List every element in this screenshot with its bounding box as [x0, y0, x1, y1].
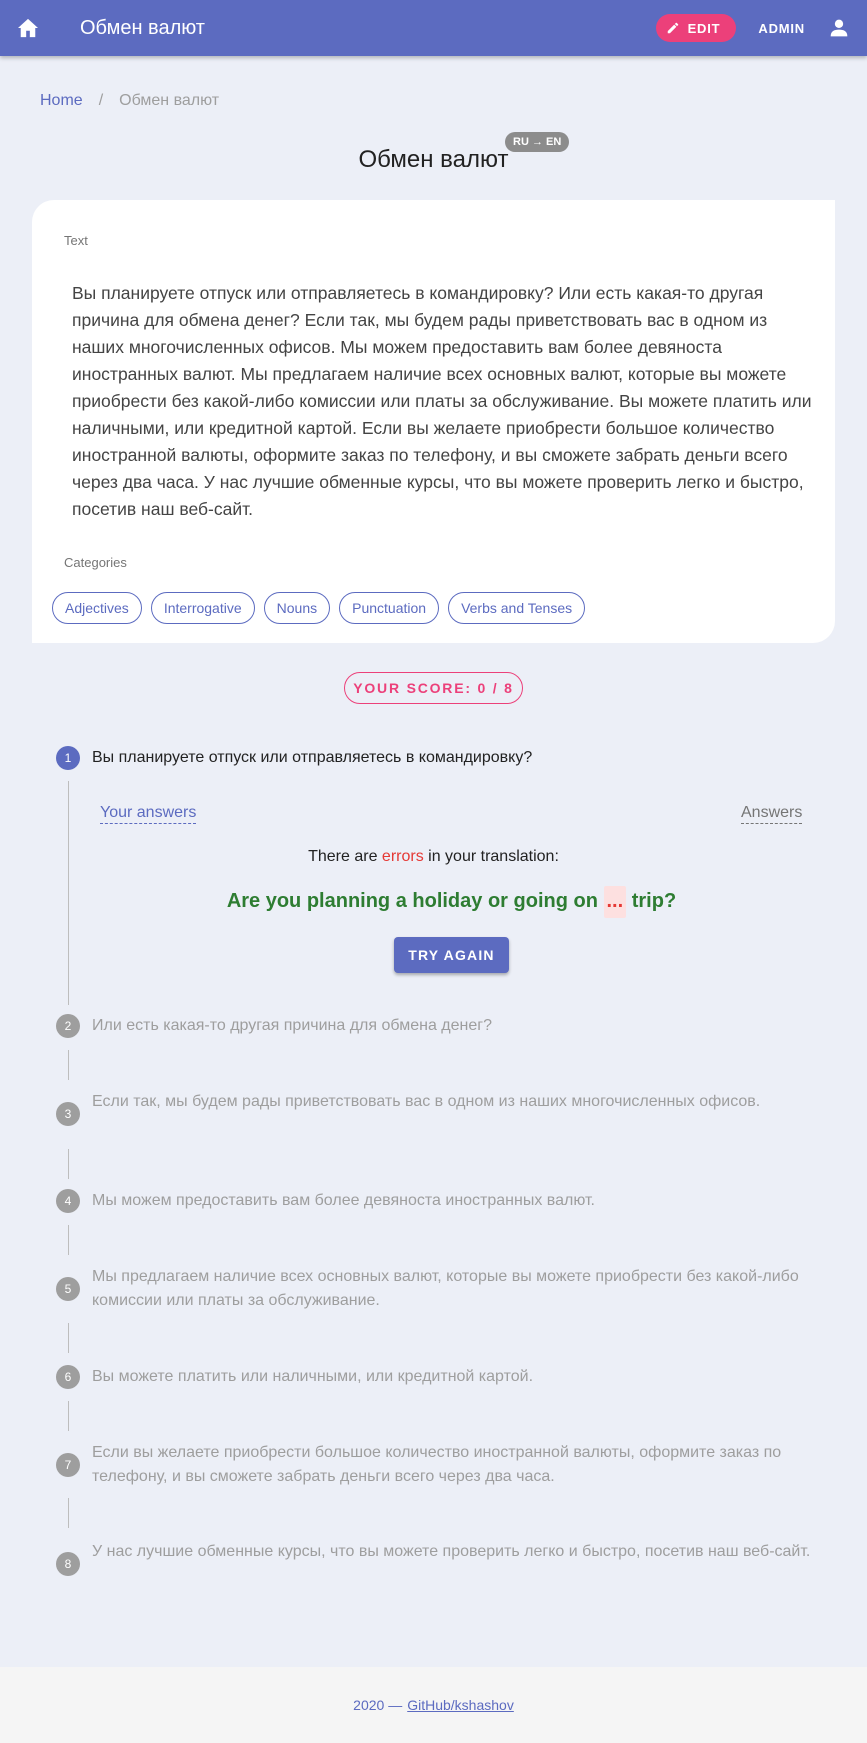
step-7[interactable]: 7 Если вы желаете приобрести большое кол… — [56, 1441, 812, 1489]
category-chip[interactable]: Nouns — [263, 592, 331, 624]
account-button[interactable] — [811, 0, 867, 56]
step-number: 6 — [56, 1365, 80, 1389]
step-5[interactable]: 5 Мы предлагаем наличие всех основных ва… — [56, 1265, 812, 1313]
step-connector — [68, 1050, 69, 1080]
translation-result: Are you planning a holiday or going on .… — [0, 886, 867, 918]
errors-prefix: There are — [308, 848, 378, 865]
step-connector — [68, 1323, 69, 1353]
step-8[interactable]: 8 У нас лучшие обменные курсы, что вы мо… — [56, 1540, 812, 1576]
step-6[interactable]: 6 Вы можете платить или наличными, или к… — [56, 1365, 812, 1389]
score-badge: YOUR SCORE: 0 / 8 — [344, 672, 523, 704]
category-chips: Adjectives Interrogative Nouns Punctuati… — [52, 592, 586, 624]
step-connector — [68, 1498, 69, 1528]
your-answers-tab[interactable]: Your answers — [100, 804, 197, 824]
step-connector — [68, 1149, 69, 1179]
github-link[interactable]: GitHub/kshashov — [407, 1697, 514, 1713]
home-button[interactable] — [0, 0, 56, 56]
page-title-container: Обмен валют — [0, 146, 867, 174]
translation-before: Are you planning a holiday or going on — [226, 890, 598, 912]
step-number: 2 — [56, 1014, 80, 1038]
footer: 2020 — GitHub/kshashov — [0, 1667, 867, 1743]
step-2[interactable]: 2 Или есть какая-то другая причина для о… — [56, 1014, 812, 1038]
language-direction-badge: RU → EN — [505, 132, 570, 152]
step-1[interactable]: 1 Вы планируете отпуск или отправляетесь… — [56, 746, 812, 770]
breadcrumb-home-link[interactable]: Home — [40, 92, 83, 110]
pencil-icon — [667, 22, 678, 34]
step-number: 3 — [56, 1102, 80, 1126]
breadcrumb-current: Обмен валют — [119, 92, 220, 109]
category-chip[interactable]: Interrogative — [150, 592, 255, 624]
page-title: Обмен валют — [358, 146, 509, 173]
step-number: 8 — [56, 1552, 80, 1576]
admin-button[interactable]: ADMIN — [758, 21, 805, 36]
step-connector — [68, 1401, 69, 1431]
step-connector — [68, 1225, 69, 1255]
edit-button-label: EDIT — [687, 20, 721, 36]
footer-copyright: 2020 — — [353, 1697, 403, 1713]
step-number: 7 — [56, 1453, 80, 1477]
step-text: Мы можем предоставить вам более девяност… — [92, 1192, 595, 1209]
step-number: 4 — [56, 1189, 80, 1213]
categories-label: Categories — [64, 555, 127, 570]
step-text: Вы можете платить или наличными, или кре… — [92, 1368, 534, 1385]
app-title: Обмен валют — [80, 16, 205, 39]
category-chip[interactable]: Adjectives — [52, 592, 142, 624]
category-chip[interactable]: Punctuation — [339, 592, 440, 624]
step-text: Мы предлагаем наличие всех основных валю… — [92, 1268, 799, 1309]
answers-tab[interactable]: Answers — [741, 804, 803, 824]
step-text: Если вы желаете приобрести большое колич… — [92, 1444, 782, 1485]
try-again-button[interactable]: TRY AGAIN — [394, 937, 509, 973]
errors-suffix: in your translation: — [428, 848, 559, 865]
step-number: 5 — [56, 1277, 80, 1301]
translation-after: trip? — [631, 890, 677, 912]
home-icon — [18, 18, 38, 38]
step-4[interactable]: 4 Мы можем предоставить вам более девяно… — [56, 1189, 812, 1213]
translation-error-gap: ... — [603, 886, 627, 918]
text-label: Text — [64, 233, 88, 248]
account-icon — [830, 19, 848, 37]
breadcrumb: Home / Обмен валют — [40, 92, 219, 110]
errors-word: errors — [381, 848, 424, 865]
step-text: Если так, мы будем рады приветствовать в… — [92, 1093, 761, 1110]
category-chip[interactable]: Verbs and Tenses — [448, 592, 586, 624]
source-text: Вы планируете отпуск или отправляетесь в… — [72, 283, 812, 519]
step-3[interactable]: 3 Если так, мы будем рады приветствовать… — [56, 1090, 812, 1126]
text-card: Text Вы планируете отпуск или отправляет… — [32, 200, 835, 643]
edit-button[interactable]: EDIT — [655, 14, 737, 42]
step-number: 1 — [56, 746, 80, 770]
errors-message: There are errors in your translation: — [0, 848, 867, 866]
breadcrumb-separator: / — [98, 92, 104, 109]
step-text: У нас лучшие обменные курсы, что вы може… — [92, 1543, 811, 1560]
step-text: Или есть какая-то другая причина для обм… — [92, 1017, 492, 1034]
step-text: Вы планируете отпуск или отправляетесь в… — [92, 749, 533, 766]
app-bar: Обмен валют EDIT ADMIN — [0, 0, 867, 56]
